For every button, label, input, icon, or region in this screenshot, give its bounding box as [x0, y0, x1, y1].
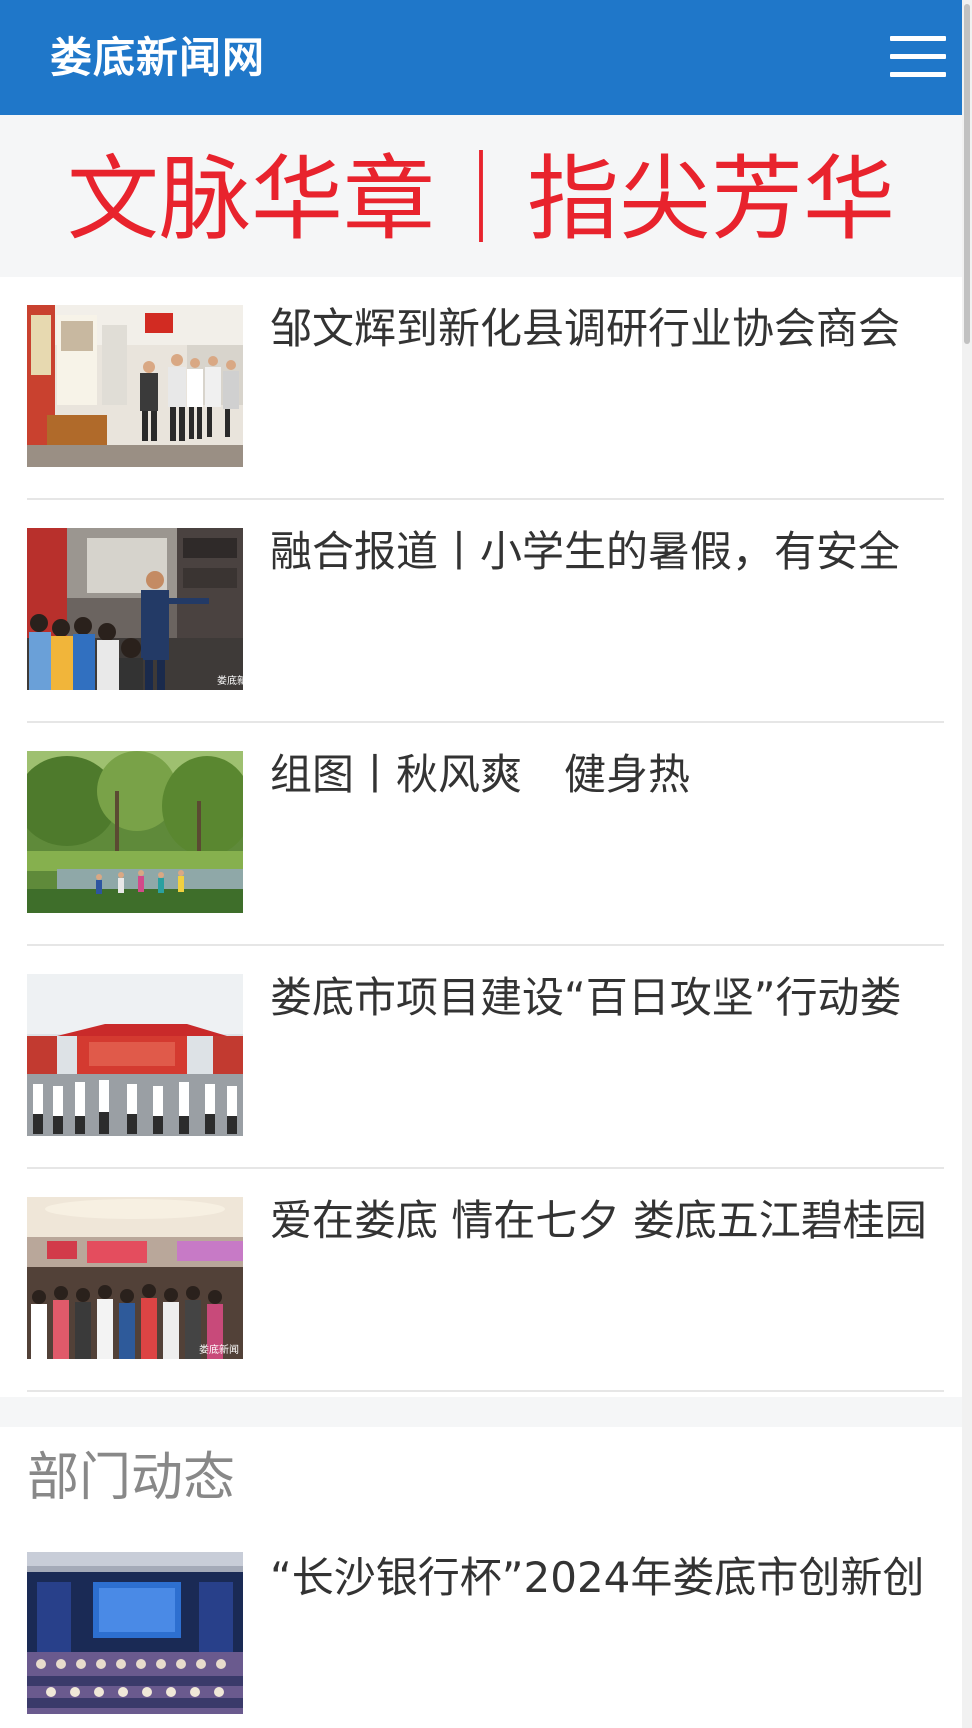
news-title[interactable]: “长沙银行杯”2024年娄底市创新创: [270, 1550, 950, 1606]
news-title[interactable]: 爱在娄底 情在七夕 娄底五江碧桂园: [270, 1193, 950, 1249]
scrollbar-thumb[interactable]: [964, 4, 970, 344]
page: 娄底新闻网 文脉华章｜指尖芳华 邹文辉到新化县调研行业协会商会 娄底新 融合报道…: [0, 0, 972, 1728]
news-item[interactable]: 组图丨秋风爽 健身热: [27, 723, 944, 946]
news-title[interactable]: 组图丨秋风爽 健身热: [270, 747, 950, 803]
menu-bar: [890, 36, 946, 41]
svg-text:娄底新闻: 娄底新闻: [217, 674, 243, 687]
site-header: 娄底新闻网: [0, 0, 962, 115]
hamburger-menu-icon[interactable]: [890, 36, 946, 78]
section-title: 部门动态: [27, 1448, 236, 1508]
news-title[interactable]: 邹文辉到新化县调研行业协会商会: [270, 301, 950, 357]
banner-title: 文脉华章｜指尖芳华: [66, 146, 895, 253]
news-title[interactable]: 娄底市项目建设“百日攻坚”行动娄: [270, 970, 950, 1026]
news-title[interactable]: 融合报道丨小学生的暑假，有安全: [270, 524, 950, 580]
menu-bar: [890, 54, 946, 59]
project-ceremony-photo[interactable]: [27, 974, 243, 1136]
news-item[interactable]: “长沙银行杯”2024年娄底市创新创: [27, 1526, 944, 1728]
news-item[interactable]: 娄底市项目建设“百日攻坚”行动娄: [27, 946, 944, 1169]
site-logo[interactable]: 娄底新闻网: [50, 30, 265, 86]
park-exercise-photo[interactable]: [27, 751, 243, 913]
news-list: 邹文辉到新化县调研行业协会商会 娄底新 融合报道丨小学生的暑假，有安全 组图丨秋…: [27, 277, 944, 1392]
topic-banner[interactable]: 文脉华章｜指尖芳华: [0, 115, 962, 277]
mall-event-photo[interactable]: 娄底新闻: [27, 1197, 243, 1359]
svg-text:娄底新闻: 娄底新闻: [199, 1343, 239, 1356]
section-divider: [0, 1397, 962, 1427]
menu-bar: [890, 72, 946, 77]
exhibition-visit-photo[interactable]: [27, 305, 243, 467]
conference-hall-photo[interactable]: [27, 1552, 243, 1714]
fire-station-students-photo[interactable]: 娄底新闻: [27, 528, 243, 690]
news-item[interactable]: 娄底新闻 融合报道丨小学生的暑假，有安全: [27, 500, 944, 723]
news-item[interactable]: 邹文辉到新化县调研行业协会商会: [27, 277, 944, 500]
news-item[interactable]: 娄底新闻 爱在娄底 情在七夕 娄底五江碧桂园: [27, 1169, 944, 1392]
